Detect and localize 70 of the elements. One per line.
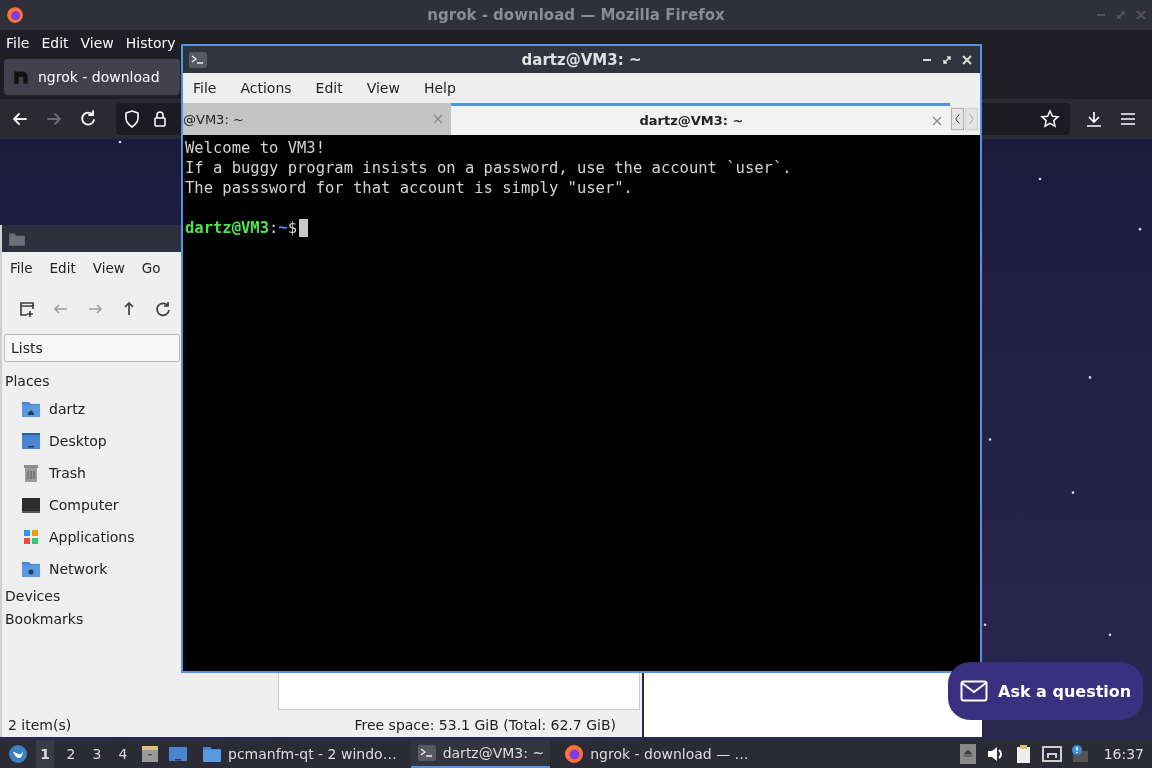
monitor-icon xyxy=(21,495,41,515)
notification-icon[interactable] xyxy=(1069,744,1090,764)
terminal-line: Welcome to VM3! xyxy=(185,138,326,158)
menu-item[interactable]: View xyxy=(80,34,114,51)
terminal-tab[interactable]: @VM3: ~ xyxy=(183,103,451,135)
scroll-left-button[interactable] xyxy=(951,107,964,131)
home-folder-icon xyxy=(21,399,41,419)
place-item[interactable]: Computer xyxy=(5,489,119,521)
place-item[interactable]: Applications xyxy=(5,521,135,553)
text-cursor xyxy=(299,219,309,237)
firefox-icon xyxy=(6,6,24,24)
terminal-line: The passsword for that account is simply "user". xyxy=(185,178,634,198)
network-icon[interactable] xyxy=(1041,744,1062,764)
browser-tab[interactable]: ngrok - download xyxy=(4,59,180,95)
menu-item[interactable]: View xyxy=(366,80,400,96)
menu-item[interactable]: Help xyxy=(423,80,456,96)
address-bar[interactable] xyxy=(116,103,174,135)
menu-item[interactable]: Go xyxy=(141,260,161,276)
view-selector[interactable]: Lists xyxy=(4,334,180,362)
desktop-switcher[interactable]: 2 xyxy=(62,740,80,768)
desktop-icon xyxy=(21,431,41,451)
taskbar-task[interactable]: dartz@VM3: ~ xyxy=(410,740,551,768)
download-icon[interactable] xyxy=(1084,109,1104,129)
apps-grid-icon xyxy=(21,527,41,547)
firefox-icon xyxy=(564,744,585,764)
address-bar[interactable] xyxy=(994,103,1070,135)
file-cabinet-icon[interactable] xyxy=(140,744,160,764)
eject-icon[interactable] xyxy=(957,744,978,764)
menu-item[interactable]: File xyxy=(193,80,217,96)
network-folder-icon xyxy=(21,559,41,579)
section-header[interactable]: Places xyxy=(5,370,50,393)
terminal-icon xyxy=(416,743,437,763)
desktop-switcher[interactable]: 1 xyxy=(36,740,54,768)
shell-prompt: dartz@VM3:~$ xyxy=(185,218,298,238)
section-header[interactable]: Bookmarks xyxy=(5,608,84,631)
reload-icon[interactable] xyxy=(154,300,172,318)
terminal-icon xyxy=(189,51,207,68)
start-menu-icon[interactable] xyxy=(8,744,28,764)
menu-item[interactable]: Edit xyxy=(41,34,69,51)
taskbar-task[interactable]: pcmanfm-qt - 2 windo… xyxy=(196,740,403,768)
menu-item[interactable]: File xyxy=(10,260,33,276)
menu-item[interactable]: File xyxy=(6,34,30,51)
desktop-switcher[interactable]: 3 xyxy=(88,740,106,768)
ask-question-button[interactable]: Ask a question xyxy=(948,662,1144,720)
desktop-icon[interactable] xyxy=(168,744,188,764)
window-title: dartz@VM3: ~ xyxy=(520,50,643,69)
item-count: 2 item(s) xyxy=(8,716,72,733)
shield-icon[interactable] xyxy=(122,109,142,129)
place-item[interactable]: dartz xyxy=(5,393,86,425)
star-icon[interactable] xyxy=(1040,109,1060,129)
place-item[interactable]: Trash xyxy=(5,457,86,489)
site-icon xyxy=(12,68,30,86)
section-header[interactable]: Devices xyxy=(5,585,61,608)
menu-item[interactable]: History xyxy=(125,34,176,51)
menu-item[interactable]: Actions xyxy=(240,80,292,96)
new-tab-icon[interactable] xyxy=(18,300,36,318)
menu-item[interactable]: Edit xyxy=(315,80,343,96)
menu-item[interactable]: Edit xyxy=(49,260,76,276)
free-space: Free space: 53.1 GiB (Total: 62.7 GiB) xyxy=(354,716,616,733)
menu-item[interactable]: View xyxy=(92,260,125,276)
window-title: ngrok - download — Mozilla Firefox xyxy=(426,6,726,24)
clock: 16:37 xyxy=(1103,746,1144,762)
desktop-switcher[interactable]: 4 xyxy=(114,740,132,768)
folder-icon xyxy=(202,744,222,764)
taskbar-task[interactable]: ngrok - download — … xyxy=(558,740,755,768)
terminal-line: If a buggy program insists on a password, use the account `user`. xyxy=(185,158,793,178)
place-item[interactable]: Network xyxy=(5,553,108,585)
trash-icon xyxy=(21,463,41,483)
envelope-icon xyxy=(960,680,988,702)
place-item[interactable]: Desktop xyxy=(5,425,107,457)
